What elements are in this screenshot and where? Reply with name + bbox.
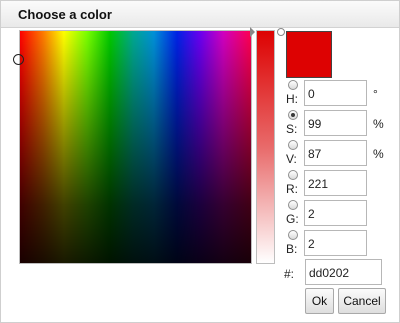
- input-s[interactable]: 99: [304, 110, 367, 136]
- input-g[interactable]: 2: [304, 200, 367, 226]
- unit-s: %: [373, 117, 384, 131]
- slider-handle-right[interactable]: [277, 28, 285, 36]
- label-h: H:: [286, 92, 298, 106]
- slider-handle-left[interactable]: [250, 27, 255, 37]
- input-b[interactable]: 2: [304, 230, 367, 256]
- ok-button[interactable]: Ok: [305, 288, 334, 314]
- label-s: S:: [286, 122, 298, 136]
- color-picker-dialog: Choose a color H: 0 ° S: 99 % V: 87 % R:…: [0, 0, 400, 323]
- saturation-slider[interactable]: [256, 30, 275, 264]
- label-g: G:: [286, 212, 299, 226]
- color-preview-swatch: [286, 31, 332, 78]
- radio-s[interactable]: [288, 110, 298, 120]
- field-row-s: S: 99 %: [286, 110, 391, 138]
- field-row-r: R: 221: [286, 170, 391, 198]
- dialog-title: Choose a color: [18, 7, 112, 22]
- field-row-b: B: 2: [286, 230, 391, 258]
- radio-h[interactable]: [288, 80, 298, 90]
- dialog-titlebar[interactable]: Choose a color: [1, 1, 399, 28]
- input-v[interactable]: 87: [304, 140, 367, 166]
- radio-v[interactable]: [288, 140, 298, 150]
- unit-v: %: [373, 147, 384, 161]
- saturation-value-field[interactable]: [19, 30, 252, 264]
- radio-r[interactable]: [288, 170, 298, 180]
- radio-b[interactable]: [288, 230, 298, 240]
- label-r: R:: [286, 182, 298, 196]
- unit-h: °: [373, 87, 378, 101]
- label-v: V:: [286, 152, 297, 166]
- hex-input[interactable]: dd0202: [305, 259, 382, 285]
- radio-g[interactable]: [288, 200, 298, 210]
- hex-label: #:: [284, 267, 295, 281]
- cancel-button[interactable]: Cancel: [338, 288, 386, 314]
- field-row-v: V: 87 %: [286, 140, 391, 168]
- input-r[interactable]: 221: [304, 170, 367, 196]
- field-picker-cursor[interactable]: [13, 54, 24, 65]
- field-row-h: H: 0 °: [286, 80, 391, 108]
- label-b: B:: [286, 242, 298, 256]
- input-h[interactable]: 0: [304, 80, 367, 106]
- field-row-g: G: 2: [286, 200, 391, 228]
